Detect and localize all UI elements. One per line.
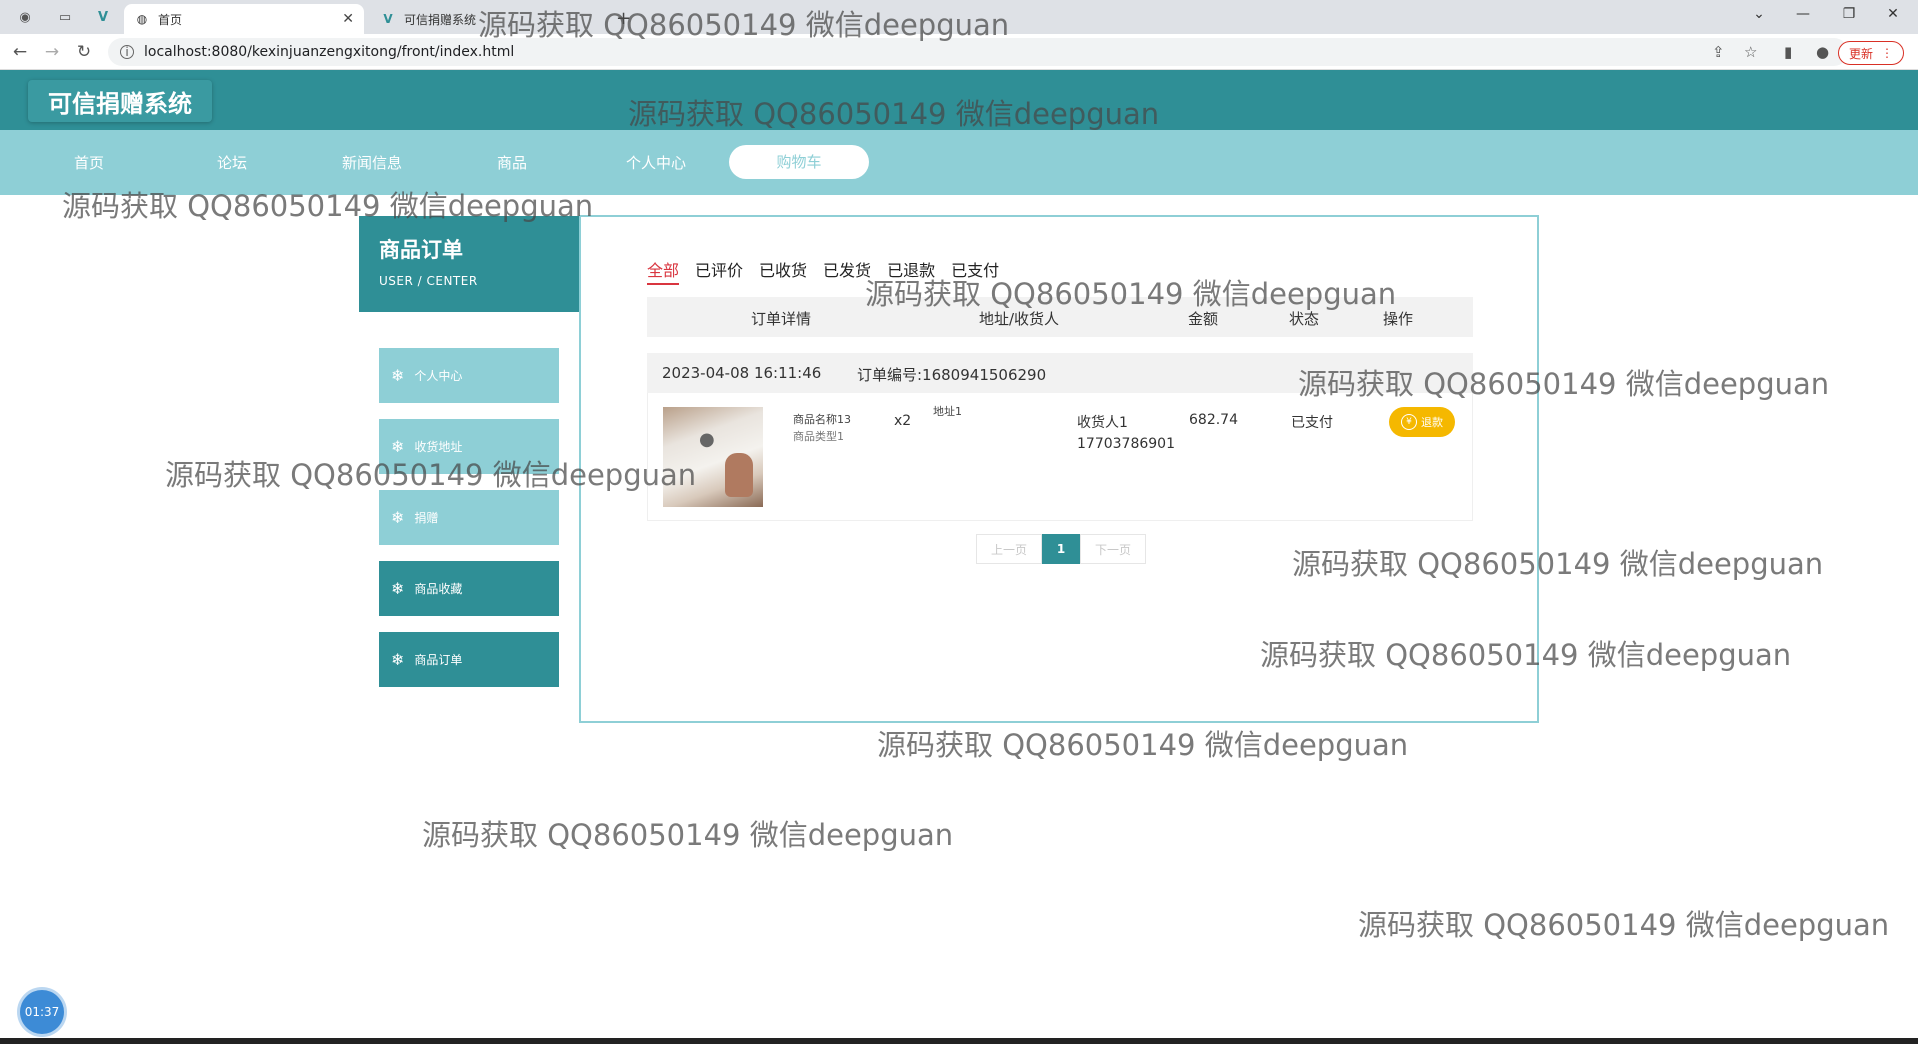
column-header: 操作 — [1383, 310, 1414, 328]
next-page-button[interactable]: 下一页 — [1080, 534, 1146, 564]
snowflake-icon: ❄ — [391, 508, 405, 527]
product-name: 商品名称13 — [793, 413, 851, 426]
snowflake-icon: ❄ — [391, 366, 405, 385]
browser-tab-title: 可信捐赠系统 — [404, 12, 477, 27]
tab-reviewed[interactable]: 已评价 — [695, 257, 743, 285]
tab-paid[interactable]: 已支付 — [951, 257, 999, 285]
page-number-button[interactable]: 1 — [1042, 534, 1080, 564]
blank-tab-icon[interactable]: ▭ — [50, 6, 80, 28]
column-header: 金额 — [1188, 310, 1219, 328]
page-title: 商品订单 — [379, 238, 463, 262]
sidebar-item-label: 商品订单 — [414, 653, 463, 667]
site-header: 可信捐赠系统 — [0, 70, 1918, 130]
vue-icon[interactable]: V — [88, 6, 118, 28]
prev-page-button[interactable]: 上一页 — [976, 534, 1042, 564]
order-header-row: 2023-04-08 16:11:46 订单编号:1680941506290 — [647, 353, 1473, 393]
url-input[interactable]: i localhost:8080/kexinjuanzengxitong/fro… — [108, 38, 1848, 66]
bottom-strip — [0, 1038, 1918, 1044]
snowflake-icon: ❄ — [391, 437, 405, 456]
column-header: 地址/收货人 — [979, 310, 1060, 328]
product-quantity: x2 — [894, 413, 912, 429]
github-icon[interactable]: ◉ — [10, 6, 40, 28]
restore-icon[interactable]: ❐ — [1826, 6, 1872, 22]
tab-refunded[interactable]: 已退款 — [887, 257, 935, 285]
sidebar-item-label: 收货地址 — [414, 440, 463, 454]
nav-user-center[interactable]: 个人中心 — [596, 152, 716, 173]
nav-cart[interactable]: 购物车 — [729, 145, 869, 179]
snowflake-icon: ❄ — [391, 650, 405, 669]
new-tab-icon[interactable]: + — [616, 8, 631, 29]
column-header: 状态 — [1289, 310, 1320, 328]
nav-products[interactable]: 商品 — [452, 152, 572, 173]
product-thumbnail[interactable]: ● — [663, 407, 763, 507]
tab-received[interactable]: 已收货 — [759, 257, 807, 285]
apple-logo-icon: ● — [699, 429, 715, 450]
pagination: 上一页 1 下一页 — [976, 534, 1146, 564]
order-status: 已支付 — [1291, 415, 1333, 431]
refund-button[interactable]: ¥ 退款 — [1389, 407, 1455, 437]
browser-tab-bar: ◉ ▭ V ◍ 首页 ✕ V 可信捐赠系统 + ⌄ — ❐ ✕ — [0, 0, 1918, 34]
sidebar-item-label: 捐赠 — [414, 511, 439, 525]
order-phone: 17703786901 — [1077, 436, 1175, 452]
order-item-row: ● 商品名称13 商品类型1 x2 地址1 收货人1 17703786901 6… — [647, 393, 1473, 521]
profile-icon[interactable]: ● — [1816, 43, 1829, 61]
tab-shipped[interactable]: 已发货 — [823, 257, 871, 285]
order-status-tabs: 全部 已评价 已收货 已发货 已退款 已支付 — [647, 257, 999, 285]
nav-forum[interactable]: 论坛 — [172, 152, 292, 173]
close-tab-icon[interactable]: ✕ — [342, 11, 354, 27]
sidebar-item-donation[interactable]: ❄ 捐赠 — [379, 490, 559, 545]
order-time: 2023-04-08 16:11:46 — [662, 364, 822, 382]
update-label: 更新 — [1848, 46, 1873, 61]
sidebar-item-favorites[interactable]: ❄ 商品收藏 — [379, 561, 559, 616]
sidebar-item-address[interactable]: ❄ 收货地址 — [379, 419, 559, 474]
refund-label: 退款 — [1421, 416, 1443, 429]
hand-shape — [725, 453, 753, 497]
orders-table-header: 订单详情 地址/收货人 金额 状态 操作 — [647, 297, 1473, 337]
forward-arrow-icon[interactable]: → — [40, 42, 64, 62]
tab-all[interactable]: 全部 — [647, 257, 680, 285]
reload-icon[interactable]: ↻ — [72, 42, 96, 62]
order-number: 订单编号:1680941506290 — [857, 366, 1047, 384]
sidebar-icon[interactable]: ▮ — [1784, 43, 1792, 61]
star-icon[interactable]: ☆ — [1744, 43, 1757, 61]
page-subtitle: USER / CENTER — [379, 274, 478, 288]
sidebar-item-label: 个人中心 — [414, 369, 463, 383]
watermark: 源码获取 QQ86050149 微信deepguan — [1358, 908, 1890, 942]
column-header: 订单详情 — [751, 310, 812, 328]
close-window-icon[interactable]: ✕ — [1870, 6, 1916, 22]
user-center-title-box: 商品订单 USER / CENTER — [359, 216, 579, 312]
sidebar-item-user-center[interactable]: ❄ 个人中心 — [379, 348, 559, 403]
product-type: 商品类型1 — [793, 430, 844, 443]
browser-tab-system[interactable]: V 可信捐赠系统 — [370, 4, 610, 34]
update-button[interactable]: 更新 ⋮ — [1837, 41, 1904, 65]
more-vert-icon: ⋮ — [1881, 46, 1893, 60]
nav-home[interactable]: 首页 — [29, 152, 149, 173]
order-amount: 682.74 — [1189, 412, 1238, 428]
vue-icon: V — [383, 12, 393, 26]
browser-tab-title: 首页 — [158, 12, 183, 27]
info-icon[interactable]: i — [120, 45, 134, 59]
yen-coin-icon: ¥ — [1401, 414, 1417, 430]
sidebar-item-orders[interactable]: ❄ 商品订单 — [379, 632, 559, 687]
url-text: localhost:8080/kexinjuanzengxitong/front… — [144, 44, 515, 60]
sidebar-item-label: 商品收藏 — [414, 582, 463, 596]
globe-icon: ◍ — [136, 12, 148, 26]
watermark: 源码获取 QQ86050149 微信deepguan — [422, 818, 954, 852]
watermark: 源码获取 QQ86050149 微信deepguan — [877, 728, 1409, 762]
recording-timer[interactable]: 01:37 — [20, 990, 64, 1034]
order-receiver: 收货人1 — [1077, 415, 1128, 431]
chevron-down-icon[interactable]: ⌄ — [1736, 6, 1782, 22]
minimize-icon[interactable]: — — [1780, 6, 1826, 22]
snowflake-icon: ❄ — [391, 579, 405, 598]
orders-panel: 全部 已评价 已收货 已发货 已退款 已支付 订单详情 地址/收货人 金额 状态… — [579, 215, 1539, 723]
browser-address-bar: ← → ↻ i localhost:8080/kexinjuanzengxito… — [0, 34, 1918, 70]
site-nav: 首页 论坛 新闻信息 商品 个人中心 购物车 — [0, 130, 1918, 195]
site-logo[interactable]: 可信捐赠系统 — [28, 80, 212, 122]
back-arrow-icon[interactable]: ← — [8, 42, 32, 62]
browser-tab-home[interactable]: ◍ 首页 ✕ — [124, 4, 364, 34]
order-address: 地址1 — [933, 405, 962, 418]
nav-news[interactable]: 新闻信息 — [312, 152, 432, 173]
share-icon[interactable]: ⇪ — [1712, 43, 1725, 61]
